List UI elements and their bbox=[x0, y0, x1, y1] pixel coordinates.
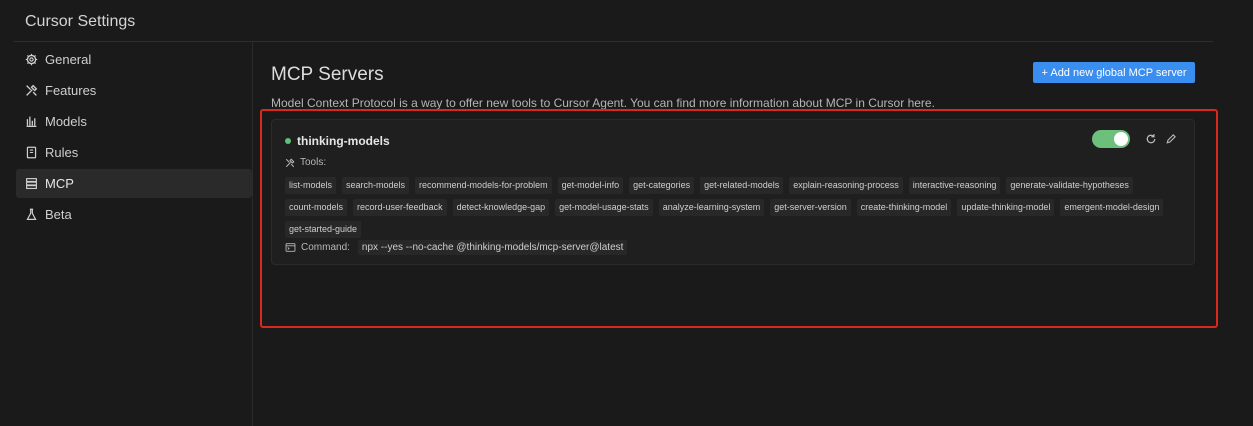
server-name: thinking-models bbox=[297, 134, 390, 148]
mcp-docs-link[interactable]: here. bbox=[908, 96, 935, 110]
command-row: Command: npx --yes --no-cache @thinking-… bbox=[285, 240, 628, 255]
sidebar-item-label: Rules bbox=[45, 145, 79, 160]
tools-list: list-models search-models recommend-models… bbox=[285, 177, 1185, 243]
tool-chip: analyze-learning-system bbox=[658, 199, 765, 216]
page-title: MCP Servers bbox=[271, 64, 384, 85]
sidebar-item-label: MCP bbox=[45, 176, 74, 191]
tools-label: Tools: bbox=[285, 157, 326, 168]
tool-chip: get-started-guide bbox=[285, 221, 362, 238]
tool-chip: record-user-feedback bbox=[353, 199, 447, 216]
add-button-label: + Add new global MCP server bbox=[1041, 66, 1187, 79]
tool-chip: get-model-info bbox=[557, 177, 624, 194]
terminal-icon bbox=[285, 243, 296, 252]
header-divider bbox=[14, 41, 1213, 42]
tool-chip: get-server-version bbox=[770, 199, 851, 216]
add-global-mcp-server-button[interactable]: + Add new global MCP server bbox=[1033, 62, 1195, 83]
description-text: Model Context Protocol is a way to offer… bbox=[271, 96, 908, 110]
page-description: Model Context Protocol is a way to offer… bbox=[271, 96, 935, 110]
tool-chip: generate-validate-hypotheses bbox=[1006, 177, 1133, 194]
tool-chip: interactive-reasoning bbox=[908, 177, 1001, 194]
sidebar-item-features[interactable]: Features bbox=[16, 76, 252, 105]
status-dot-icon bbox=[285, 138, 291, 144]
rules-icon bbox=[25, 146, 38, 159]
tool-chip: detect-knowledge-gap bbox=[452, 199, 550, 216]
sidebar-item-models[interactable]: Models bbox=[16, 107, 252, 136]
tool-chip: get-categories bbox=[629, 177, 695, 194]
mcp-server-card: thinking-models Tools: list-models search… bbox=[271, 119, 1195, 265]
tool-chip: count-models bbox=[285, 199, 348, 216]
sidebar-item-label: Features bbox=[45, 83, 97, 98]
sidebar-item-mcp[interactable]: MCP bbox=[16, 169, 252, 198]
edit-icon[interactable] bbox=[1164, 132, 1178, 146]
command-value: npx --yes --no-cache @thinking-models/mc… bbox=[357, 240, 628, 255]
command-label: Command: bbox=[301, 242, 350, 253]
sidebar-item-beta[interactable]: Beta bbox=[16, 200, 252, 229]
server-enabled-toggle[interactable] bbox=[1092, 130, 1130, 148]
tool-chip: create-thinking-model bbox=[856, 199, 952, 216]
window-title: Cursor Settings bbox=[25, 13, 136, 30]
tools-icon bbox=[285, 158, 295, 167]
tool-chip: explain-reasoning-process bbox=[789, 177, 903, 194]
tool-chip: get-related-models bbox=[700, 177, 784, 194]
flask-icon bbox=[25, 208, 38, 221]
models-icon bbox=[25, 115, 38, 128]
sidebar-item-rules[interactable]: Rules bbox=[16, 138, 252, 167]
tool-chip: emergent-model-design bbox=[1060, 199, 1164, 216]
sidebar: General Features Models Rules MCP Beta bbox=[16, 45, 252, 231]
sidebar-item-label: General bbox=[45, 52, 92, 67]
mcp-icon bbox=[25, 177, 38, 190]
sidebar-divider bbox=[252, 42, 253, 426]
server-header: thinking-models bbox=[285, 134, 390, 148]
toggle-knob bbox=[1114, 132, 1128, 146]
tool-chip: update-thinking-model bbox=[957, 199, 1055, 216]
tool-chip: list-models bbox=[285, 177, 337, 194]
tools-icon bbox=[25, 84, 38, 97]
refresh-icon[interactable] bbox=[1144, 132, 1158, 146]
sidebar-item-general[interactable]: General bbox=[16, 45, 252, 74]
sidebar-item-label: Beta bbox=[45, 207, 72, 222]
tools-label-text: Tools: bbox=[300, 157, 327, 168]
server-controls bbox=[1092, 130, 1178, 148]
tool-chip: recommend-models-for-problem bbox=[415, 177, 552, 194]
sidebar-item-label: Models bbox=[45, 114, 87, 129]
tool-chip: get-model-usage-stats bbox=[555, 199, 653, 216]
tool-chip: search-models bbox=[342, 177, 410, 194]
gear-icon bbox=[25, 53, 38, 66]
